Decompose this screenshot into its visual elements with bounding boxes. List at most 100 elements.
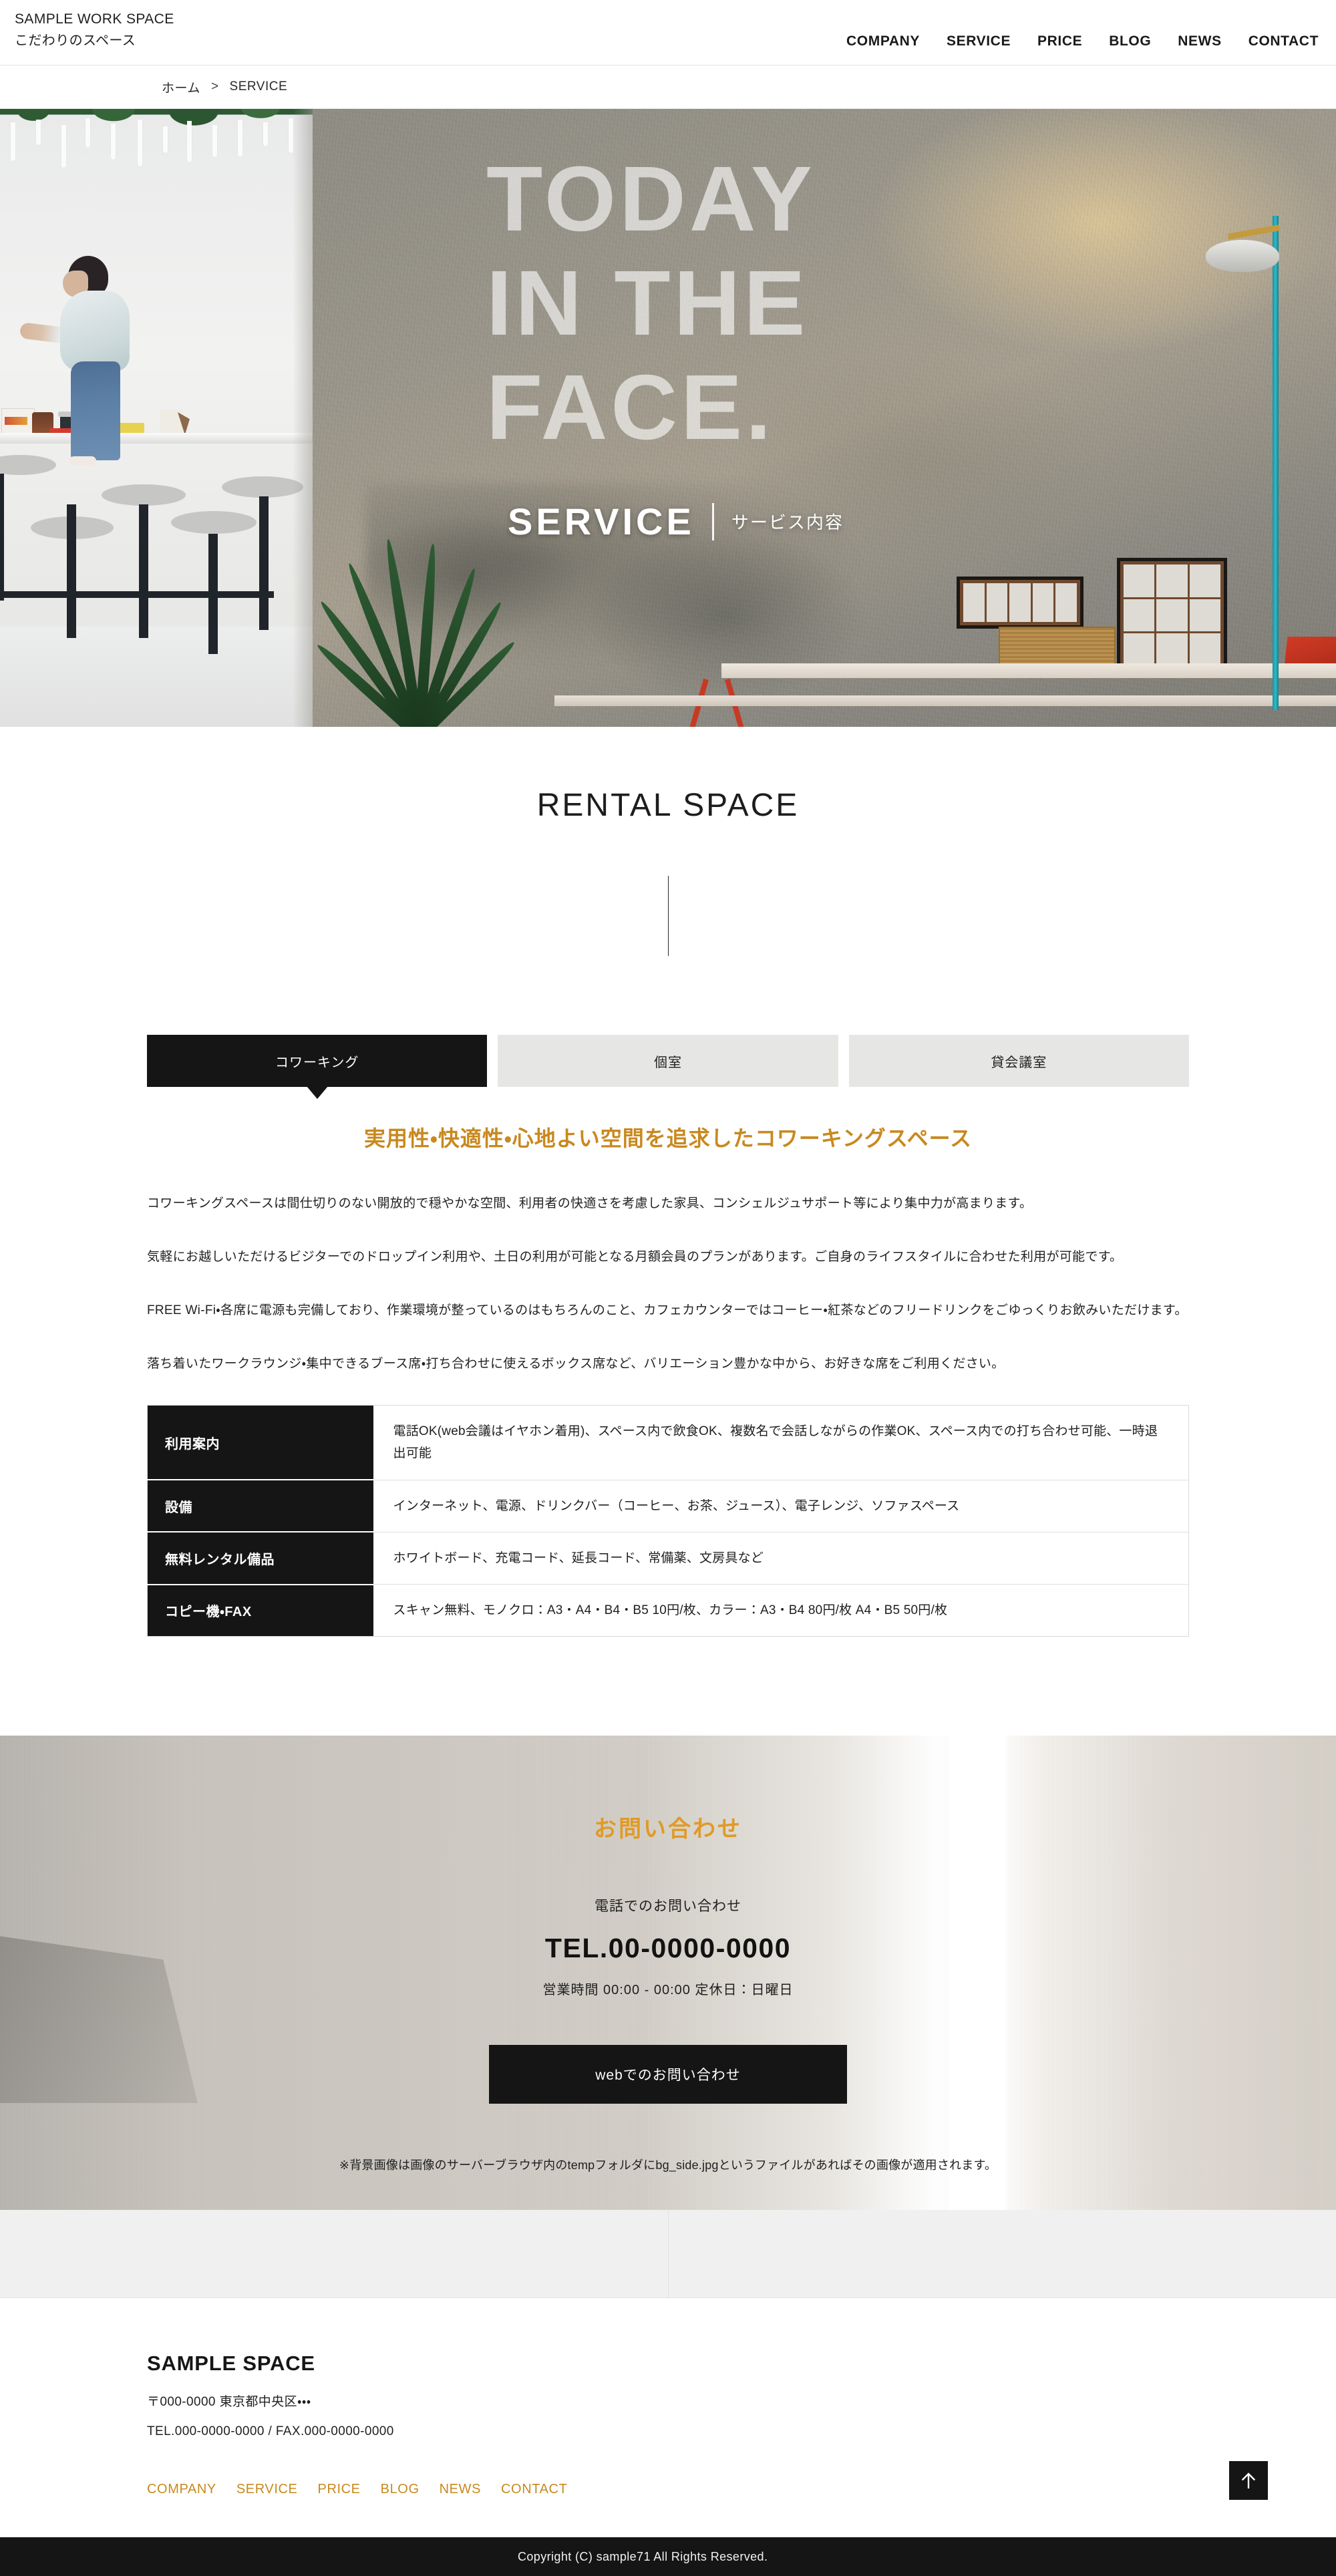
spec-label-free-rental: 無料レンタル備品: [147, 1532, 373, 1585]
scroll-to-top-button[interactable]: [1229, 2461, 1268, 2501]
footer-nav-contact[interactable]: CONTACT: [501, 2482, 567, 2497]
spec-value-usage-guide: 電話OK(web会議はイヤホン着用)、スペース内で飲食OK、複数名で会話しながら…: [373, 1405, 1189, 1480]
stool-leg: [0, 474, 4, 601]
body-copy: コワーキングスペースは間仕切りのない開放的で穏やかな空間、利用者の快適さを考慮し…: [147, 1191, 1189, 1377]
stool-seat: [222, 476, 303, 498]
hero-painted-line-3: FACE.: [486, 355, 775, 459]
cafeteria-table: [0, 433, 313, 444]
stool-leg: [139, 504, 148, 638]
paragraph-2: 気軽にお越しいただけるビジターでのドロップイン利用や、土日の利用が可能となる月額…: [147, 1250, 1123, 1264]
tab-meeting-room[interactable]: 貸会議室: [848, 1035, 1189, 1087]
footer-inner: SAMPLE SPACE 〒000-0000 東京都中央区・・・ TEL.000…: [147, 2352, 1268, 2501]
footer-nav-price[interactable]: PRICE: [318, 2482, 361, 2497]
breadcrumb: ホーム > SERVICE: [162, 78, 287, 96]
hero-photo-frame-right: [1117, 558, 1227, 673]
breadcrumb-bar: ホーム > SERVICE: [0, 65, 1336, 109]
contact-section: お問い合わせ 電話でのお問い合わせ TEL.00-0000-0000 営業時間 …: [0, 1736, 1336, 2211]
footer-nav-company[interactable]: COMPANY: [147, 2482, 216, 2497]
hero-title-divider: [711, 502, 714, 540]
main-content: コワーキング 個室 貸会議室 実用性・快適性・心地よい空間を追求したコワーキング…: [147, 956, 1189, 1637]
arrow-up-icon: [1241, 2472, 1256, 2489]
hero-workspace-photo: [0, 109, 313, 727]
space-type-tabs: コワーキング 個室 貸会議室: [147, 1035, 1189, 1087]
table-row: コピー機・FAX スキャン無料、モノクロ：A3・A4・B4・B5 10円/枚、カ…: [147, 1584, 1189, 1637]
spec-value-facilities: インターネット、電源、ドリンクバー（コーヒー、お茶、ジュース）、電子レンジ、ソフ…: [373, 1480, 1189, 1533]
stool-seat: [102, 484, 186, 506]
paragraph-4: 落ち着いたワークラウンジ・集中できるブース席・打ち合わせに使えるボックス席など、…: [147, 1357, 1005, 1371]
hero-left-edge-fade: [293, 109, 313, 727]
hero-desk-surface: [721, 663, 1336, 678]
spec-table: 利用案内 電話OK(web会議はイヤホン着用)、スペース内で飲食OK、複数名で会…: [147, 1405, 1189, 1637]
spec-value-copier-fax: スキャン無料、モノクロ：A3・A4・B4・B5 10円/枚、カラー：A3・B4 …: [373, 1584, 1189, 1637]
section-title: RENTAL SPACE: [536, 788, 800, 823]
person-legs: [71, 361, 120, 460]
stool-seat: [171, 511, 257, 534]
hero-lamp-shade: [1206, 240, 1279, 272]
contact-business-hours: 営業時間 00:00 - 00:00 定休日：日曜日: [542, 1983, 794, 1998]
brand-name: SAMPLE WORK SPACE: [15, 11, 174, 27]
brand-subtitle: こだわりのスペース: [15, 33, 136, 49]
tab-coworking[interactable]: コワーキング: [147, 1035, 488, 1087]
contact-note: ※背景画像は画像のサーバーブラウザ内のtempフォルダにbg_side.jpgと…: [339, 2158, 997, 2172]
nav-item-contact[interactable]: CONTACT: [1248, 33, 1319, 49]
cafeteria-floor: [0, 627, 313, 727]
web-contact-button[interactable]: webでのお問い合わせ: [489, 2045, 847, 2104]
vertical-divider-line: [667, 876, 669, 956]
hero-lamp-pole: [1273, 216, 1279, 710]
site-header: SAMPLE WORK SPACE こだわりのスペース COMPANY SERV…: [0, 0, 1336, 65]
spec-label-copier-fax: コピー機・FAX: [147, 1584, 373, 1637]
tab-private-room[interactable]: 個室: [498, 1035, 838, 1087]
breadcrumb-current: SERVICE: [229, 79, 288, 94]
paper-box: [1, 408, 35, 435]
nav-item-blog[interactable]: BLOG: [1109, 33, 1151, 49]
nav-item-service[interactable]: SERVICE: [947, 33, 1011, 49]
footer-nav-blog[interactable]: BLOG: [381, 2482, 420, 2497]
stool-crossbar: [0, 591, 274, 598]
breadcrumb-separator-icon: >: [210, 79, 219, 94]
table-row: 利用案内 電話OK(web会議はイヤホン着用)、スペース内で飲食OK、複数名で会…: [147, 1405, 1189, 1480]
site-footer: SAMPLE SPACE 〒000-0000 東京都中央区・・・ TEL.000…: [0, 2298, 1336, 2538]
copyright-text: Copyright (C) sample71 All Rights Reserv…: [518, 2549, 768, 2563]
footer-brand: SAMPLE SPACE: [147, 2352, 315, 2376]
nav-item-price[interactable]: PRICE: [1037, 33, 1082, 49]
spec-label-facilities: 設備: [147, 1480, 373, 1533]
brand-logo[interactable]: SAMPLE WORK SPACE こだわりのスペース: [15, 9, 174, 51]
hero-plant-image: [314, 456, 528, 727]
gray-spacer-strip: [0, 2210, 1336, 2299]
tab-coworking-label: コワーキング: [275, 1055, 359, 1070]
paper-bag: [160, 410, 183, 435]
person-shoe: [69, 456, 96, 466]
breadcrumb-home[interactable]: ホーム: [162, 78, 200, 96]
stool-leg: [259, 496, 269, 630]
stool-seat: [0, 455, 56, 475]
spec-label-usage-guide: 利用案内: [147, 1405, 373, 1480]
tab-meeting-room-label: 貸会議室: [991, 1055, 1047, 1070]
section-heading-block: RENTAL SPACE: [0, 727, 1336, 956]
paragraph-3: FREE Wi-Fi・各席に電源も完備しており、作業環境が整っているのはもちろん…: [147, 1303, 1188, 1317]
hero-photo-frame-left: [957, 577, 1083, 629]
main-navigation: COMPANY SERVICE PRICE BLOG NEWS CONTACT: [846, 33, 1319, 49]
footer-navigation: COMPANY SERVICE PRICE BLOG NEWS CONTACT: [147, 2482, 1189, 2497]
page-title: SERVICE: [508, 500, 695, 542]
contact-phone-number[interactable]: TEL.00-0000-0000: [0, 1933, 1336, 1964]
person-torso: [60, 291, 130, 371]
nav-item-company[interactable]: COMPANY: [846, 33, 920, 49]
hero-painted-line-2: IN THE: [486, 251, 809, 355]
footer-nav-news[interactable]: NEWS: [440, 2482, 481, 2497]
hanging-lights: [0, 118, 313, 168]
hero-subtitle: サービス内容: [731, 512, 844, 532]
footer-contact-numbers: TEL.000-0000-0000 / FAX.000-0000-0000: [147, 2424, 394, 2439]
paragraph-1: コワーキングスペースは間仕切りのない開放的で穏やかな空間、利用者の快適さを考慮し…: [147, 1196, 1033, 1211]
tab-private-room-label: 個室: [653, 1055, 682, 1070]
person-photo: [19, 256, 152, 466]
contact-inner: お問い合わせ 電話でのお問い合わせ TEL.00-0000-0000 営業時間 …: [0, 1736, 1336, 2173]
nav-item-news[interactable]: NEWS: [1178, 33, 1221, 49]
footer-nav-service[interactable]: SERVICE: [236, 2482, 298, 2497]
hero-banner: TODAY IN THE FACE. SERVICE サービス内容: [0, 109, 1336, 727]
footer-address: 〒000-0000 東京都中央区・・・: [147, 2395, 311, 2410]
spec-value-free-rental: ホワイトボード、充電コード、延長コード、常備薬、文房具など: [373, 1532, 1189, 1585]
hero-painted-line-1: TODAY: [486, 148, 816, 251]
hero-title-block: SERVICE サービス内容: [508, 500, 844, 543]
contact-title: お問い合わせ: [594, 1816, 742, 1842]
lead-heading: 実用性・快適性・心地よい空間を追求したコワーキングスペース: [364, 1126, 972, 1150]
